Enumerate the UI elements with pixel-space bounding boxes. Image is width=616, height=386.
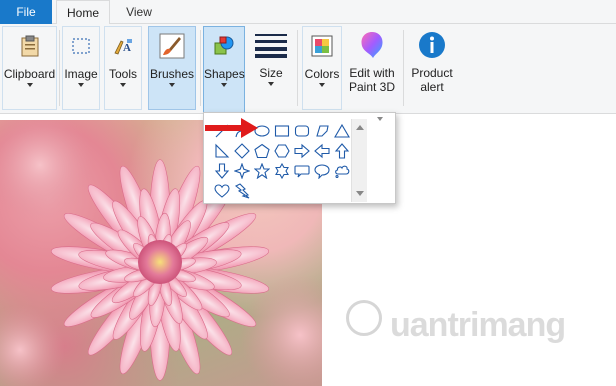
size-label: Size [259, 66, 283, 80]
tab-home[interactable]: Home [56, 0, 110, 25]
scroll-down-icon[interactable] [356, 191, 364, 196]
colors-button[interactable]: Colors [302, 26, 342, 110]
chevron-down-icon [120, 83, 126, 87]
ribbon-divider [59, 30, 60, 106]
paint-3d-icon [358, 30, 386, 60]
shape-five-point-star-icon[interactable] [252, 161, 272, 180]
chevron-down-icon [26, 83, 33, 87]
shape-pentagon-icon[interactable] [252, 141, 272, 160]
brushes-button[interactable]: Brushes [148, 26, 196, 110]
shape-lightning-icon[interactable] [232, 181, 252, 200]
ribbon-divider [297, 30, 298, 106]
brushes-label: Brushes [149, 67, 195, 81]
shape-heart-icon[interactable] [212, 181, 232, 200]
shape-diamond-icon[interactable] [232, 141, 252, 160]
edit-3d-label: Edit with Paint 3D [346, 66, 398, 94]
ribbon-divider [403, 30, 404, 106]
chevron-down-icon [319, 83, 325, 87]
annotation-arrow-icon [205, 118, 258, 138]
shape-up-arrow-icon[interactable] [332, 141, 352, 160]
select-icon [68, 33, 94, 59]
shape-rounded-callout-icon[interactable] [292, 161, 312, 180]
svg-text:A: A [123, 42, 131, 54]
brush-icon [159, 33, 185, 59]
ribbon-home: Clipboard Image A Tools Brushes Shapes S… [0, 24, 616, 114]
color-palette-icon [309, 33, 335, 59]
shapes-label: Shapes [204, 67, 245, 81]
size-button[interactable]: Size [250, 26, 292, 110]
product-alert-label-line1: Product [411, 66, 453, 80]
edit-3d-label-line1: Edit with [349, 66, 395, 80]
ribbon-divider [200, 30, 201, 106]
clipboard-label: Clipboard [3, 67, 56, 81]
shape-triangle-icon[interactable] [332, 121, 352, 140]
product-alert-label-line2: alert [420, 80, 444, 94]
shape-oval-callout-icon[interactable] [312, 161, 332, 180]
clipboard-button[interactable]: Clipboard [2, 26, 57, 110]
shape-polygon-icon[interactable] [312, 121, 332, 140]
shape-six-point-star-icon[interactable] [272, 161, 292, 180]
chevron-down-icon [221, 83, 227, 87]
shapes-button[interactable]: Shapes [203, 26, 245, 113]
ribbon-tab-bar: File Home View [0, 0, 616, 25]
shape-left-arrow-icon[interactable] [312, 141, 332, 160]
tab-view[interactable]: View [114, 0, 164, 24]
shape-right-triangle-icon[interactable] [212, 141, 232, 160]
clipboard-icon [17, 33, 43, 59]
shape-four-point-star-icon[interactable] [232, 161, 252, 180]
tools-label: Tools [108, 67, 137, 81]
tab-file[interactable]: File [0, 0, 52, 24]
edit-with-paint-3d-button[interactable]: Edit with Paint 3D [346, 26, 398, 110]
shape-rectangle-icon[interactable] [272, 121, 292, 140]
shapes-icon [211, 33, 237, 59]
tools-button[interactable]: A Tools [104, 26, 142, 110]
shape-right-arrow-icon[interactable] [292, 141, 312, 160]
chevron-down-icon [78, 83, 84, 87]
shape-cloud-callout-icon[interactable] [332, 161, 352, 180]
chevron-down-icon [169, 83, 175, 87]
info-icon [418, 31, 446, 59]
shapes-gallery-scrollbar[interactable] [351, 119, 367, 202]
shape-down-arrow-icon[interactable] [212, 161, 232, 180]
line-size-icon [255, 32, 287, 58]
chevron-down-icon [268, 82, 274, 86]
tools-icon: A [110, 33, 136, 59]
watermark-logo-icon [346, 300, 382, 336]
product-alert-label: Product alert [408, 66, 456, 94]
image-label: Image [64, 67, 98, 81]
image-button[interactable]: Image [62, 26, 100, 110]
gallery-expand-icon[interactable] [377, 117, 383, 121]
scroll-up-icon[interactable] [356, 125, 364, 130]
watermark-text: uantrimang [390, 306, 566, 344]
colors-label: Colors [304, 67, 340, 81]
product-alert-button[interactable]: Product alert [408, 26, 456, 110]
shape-rounded-rectangle-icon[interactable] [292, 121, 312, 140]
edit-3d-label-line2: Paint 3D [348, 80, 396, 94]
shape-hexagon-icon[interactable] [272, 141, 292, 160]
